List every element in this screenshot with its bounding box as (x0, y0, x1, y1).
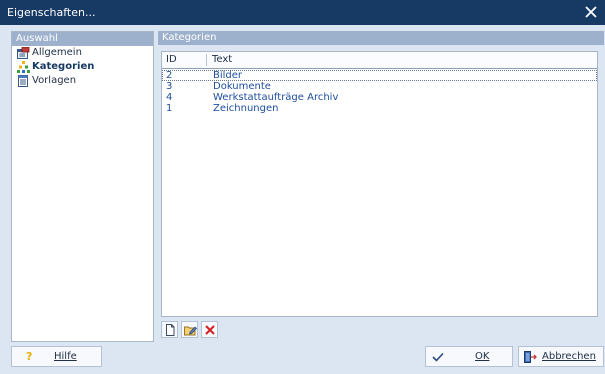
cell-id: 3 (166, 81, 173, 92)
close-icon (585, 6, 597, 18)
nav-item-label: Allgemein (32, 47, 82, 58)
cell-text: Dokumente (213, 81, 271, 92)
cell-text: Zeichnungen (213, 103, 279, 114)
nav-item-label: Kategorien (32, 61, 95, 72)
content-panel-header: Kategorien (158, 31, 604, 45)
content-panel: Kategorien ID Text 2 Bilder 3 Dokumente … (158, 31, 604, 342)
delete-button[interactable] (201, 321, 218, 338)
ok-button[interactable]: OK (425, 346, 513, 367)
templates-icon (18, 75, 28, 87)
table-row[interactable]: 3 Dokumente (162, 81, 597, 92)
selection-panel: Auswahl Allgemein Kategorien Vorlagen (11, 31, 154, 342)
column-header-text[interactable]: Text (212, 52, 232, 68)
delete-icon (205, 325, 215, 335)
close-button[interactable] (581, 2, 601, 22)
edit-icon (184, 326, 197, 336)
properties-dialog: Eigenschaften... Auswahl Allgemein Kateg… (0, 0, 605, 374)
column-header-id[interactable]: ID (166, 52, 208, 68)
cell-id: 1 (166, 103, 173, 114)
table-row[interactable]: 4 Werkstattaufträge Archiv (162, 92, 597, 103)
cell-id: 4 (166, 92, 173, 103)
help-button[interactable]: ? Hilfe (11, 346, 102, 367)
column-divider[interactable] (206, 54, 207, 66)
categories-table: ID Text 2 Bilder 3 Dokumente 4 Werkstatt… (161, 51, 598, 317)
window-title: Eigenschaften... (7, 6, 96, 19)
help-button-label: Hilfe (54, 351, 77, 362)
title-bar: Eigenschaften... (0, 0, 605, 25)
table-header-row: ID Text (162, 52, 597, 69)
nav-item-kategorien[interactable]: Kategorien (12, 60, 153, 74)
new-button[interactable] (161, 321, 178, 338)
table-row[interactable]: 2 Bilder (162, 70, 597, 81)
cell-text: Bilder (213, 70, 243, 81)
table-toolbar (161, 321, 241, 338)
table-row[interactable]: 1 Zeichnungen (162, 103, 597, 114)
nav-item-allgemein[interactable]: Allgemein (12, 46, 153, 60)
edit-button[interactable] (181, 321, 198, 338)
cell-id: 2 (166, 70, 173, 81)
cancel-button[interactable]: Abbrechen (518, 346, 604, 367)
check-icon (432, 352, 444, 362)
cell-text: Werkstattaufträge Archiv (213, 92, 339, 103)
ok-button-label: OK (475, 351, 490, 362)
cancel-button-label: Abbrechen (542, 351, 596, 362)
exit-door-icon (524, 351, 537, 363)
nav-item-label: Vorlagen (32, 75, 77, 86)
nav-item-vorlagen[interactable]: Vorlagen (12, 74, 153, 88)
help-icon: ? (26, 350, 33, 363)
new-icon (166, 324, 175, 336)
properties-icon (17, 47, 30, 59)
selection-panel-header: Auswahl (12, 32, 153, 46)
categories-icon (17, 61, 30, 73)
